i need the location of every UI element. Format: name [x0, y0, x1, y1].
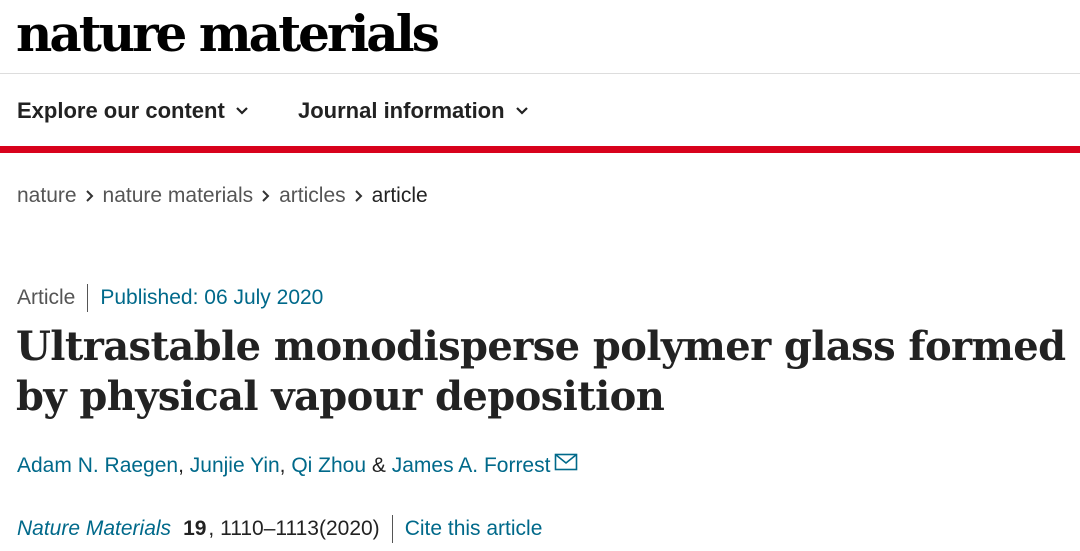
chevron-right-icon	[85, 190, 93, 202]
published-date[interactable]: Published: 06 July 2020	[100, 286, 323, 310]
nav-journal-information[interactable]: Journal information	[298, 98, 529, 124]
author-list: Adam N. Raegen, Junjie Yin, Qi Zhou & Ja…	[17, 453, 578, 478]
author-link[interactable]: James A. Forrest	[392, 454, 551, 478]
breadcrumb-articles[interactable]: articles	[279, 184, 346, 208]
author-separator: &	[366, 454, 392, 477]
breadcrumb: nature nature materials articles article	[17, 184, 428, 208]
mail-icon[interactable]	[554, 453, 578, 471]
author-link[interactable]: Qi Zhou	[291, 454, 366, 478]
breadcrumb-nature-materials[interactable]: nature materials	[103, 184, 254, 208]
journal-name[interactable]: Nature Materials	[17, 517, 171, 541]
site-header: nature materials	[0, 0, 1080, 74]
chevron-down-icon	[236, 107, 248, 115]
cite-this-article-link[interactable]: Cite this article	[405, 517, 543, 541]
chevron-right-icon	[354, 190, 363, 202]
accent-divider	[0, 146, 1080, 153]
author-separator: ,	[178, 454, 190, 477]
citation-divider	[391, 515, 393, 543]
chevron-down-icon	[515, 107, 528, 115]
author-separator: ,	[279, 454, 292, 477]
meta-divider	[87, 284, 89, 312]
nav-explore-content[interactable]: Explore our content	[17, 98, 249, 124]
nav-item-label: Journal information	[298, 98, 505, 123]
breadcrumb-nature[interactable]: nature	[17, 184, 77, 208]
author-link[interactable]: Junjie Yin	[190, 454, 280, 478]
nav-item-label: Explore our content	[17, 98, 225, 123]
journal-logo[interactable]: nature materials	[16, 2, 440, 66]
author-link[interactable]: Adam N. Raegen	[17, 454, 178, 478]
article-meta: Article Published: 06 July 2020	[17, 284, 323, 312]
chevron-right-icon	[262, 190, 270, 202]
breadcrumb-current: article	[371, 184, 428, 207]
main-nav: Explore our content Journal information	[0, 74, 1080, 146]
page-range: , 1110–1113(2020)	[208, 517, 380, 540]
volume-number: 19	[183, 517, 207, 540]
article-title: Ultrastable monodisperse polymer glass f…	[16, 323, 1066, 420]
article-type: Article	[17, 286, 76, 309]
citation-line: Nature Materials 19 , 1110–1113(2020) Ci…	[17, 515, 542, 543]
